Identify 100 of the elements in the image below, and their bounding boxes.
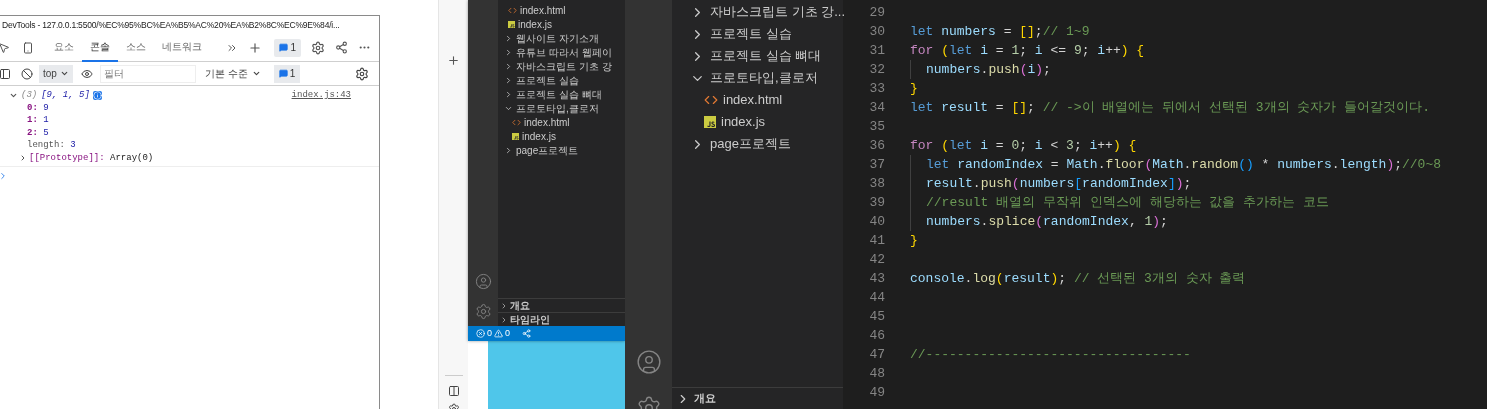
code-line: numbers.splice(randomIndex, 1); (926, 212, 1168, 231)
warning-count: 0 (505, 326, 511, 340)
code-line: let numbers = [];// 1~9 (910, 22, 1090, 41)
line-number: 48 (868, 364, 885, 383)
property-row-text: 1: 1 (26, 114, 50, 127)
layout-icon[interactable] (447, 385, 460, 397)
account-icon[interactable] (474, 273, 492, 290)
folder-item[interactable]: page프로젝트 (672, 133, 843, 155)
folder-item[interactable]: 프로젝트 실습 (498, 73, 625, 87)
file-item[interactable]: index.js (498, 17, 625, 31)
folder-item[interactable]: 자바스크립트 기초 강... (672, 1, 843, 23)
clear-icon[interactable] (21, 67, 33, 80)
code-line: result.push(numbers[randomIndex]); (926, 174, 1192, 193)
devtools-tab[interactable]: 요소 (46, 33, 82, 62)
line-number: 49 (868, 383, 885, 402)
line-number: 42 (868, 250, 885, 269)
property-row-text: length: 3 (26, 139, 77, 152)
line-number: 39 (868, 193, 885, 212)
property-row-text: 0: 9 (26, 101, 50, 114)
file-item[interactable]: index.html (498, 3, 625, 17)
array-summary: [9, 1, 5] (41, 89, 90, 102)
code-line: let randomIndex = Math.floor(Math.random() * numbers.length);//0~8 (926, 155, 1442, 174)
code-line: for (let i = 1; i <= 9; i++) { (910, 41, 1145, 60)
eye-icon[interactable] (80, 67, 93, 80)
folder-item[interactable]: 프로토타입,클로저 (498, 101, 625, 115)
folder-item[interactable]: 프로젝트 실습 (672, 23, 843, 45)
devtools-tab[interactable]: 콘솔 (82, 33, 118, 62)
line-number: 45 (868, 307, 885, 326)
line-number: 46 (868, 326, 885, 345)
settings-icon[interactable] (355, 66, 369, 81)
folder-item[interactable]: page프로젝트 (498, 143, 625, 157)
devtools-tab[interactable]: 소스 (118, 33, 154, 62)
chevron-right-icon (504, 145, 513, 155)
file-item[interactable]: index.html (672, 89, 843, 111)
line-number: 29 (868, 3, 885, 22)
level-dropdown[interactable]: 기본 수준 (201, 64, 264, 83)
caret-icon (251, 69, 261, 78)
js-file-icon (512, 132, 519, 140)
sidebar-icon[interactable] (0, 67, 11, 80)
error-icon (476, 329, 485, 338)
issues-badge[interactable]: 1 (273, 64, 301, 83)
devtools-tab[interactable]: 네트워크 (154, 33, 210, 62)
line-number: 40 (868, 212, 885, 231)
array-count: (3) (21, 89, 38, 102)
file-item[interactable]: index.js (498, 129, 625, 143)
file-item[interactable]: index.html (498, 115, 625, 129)
code-line: //---------------------------------- (910, 345, 1191, 364)
line-number: 31 (868, 41, 885, 60)
panel-header[interactable]: 개요 (672, 387, 843, 409)
line-number: 44 (868, 288, 885, 307)
folder-item[interactable]: 프로젝트 실습 뼈대 (672, 45, 843, 67)
line-number: 32 (868, 60, 885, 79)
line-number: 30 (868, 22, 885, 41)
folder-item[interactable]: 프로젝트 실습 뼈대 (498, 87, 625, 101)
code-line: console.log(result); // 선택된 3개의 숫자 출력 (910, 269, 1246, 288)
window-title: DevTools - 127.0.0.1:5500/%EC%95%BC%EA%B5%AC%20%EA%B2%8C%EC%9E%84/i... (2, 18, 340, 32)
prototype-row: [[Prototype]]: Array(0) (29, 151, 154, 164)
code-line: //result 배열의 무작위 인덱스에 해당하는 값을 추가하는 코드 (926, 193, 1330, 212)
code-file-icon (512, 117, 521, 127)
js-file-icon (508, 20, 515, 28)
folder-item[interactable]: 웹사이트 자기소개 (498, 31, 625, 45)
code-file-icon (508, 5, 517, 15)
line-number: 37 (868, 155, 885, 174)
connect-icon[interactable] (335, 41, 348, 54)
share-icon[interactable] (522, 329, 532, 338)
settings-icon[interactable] (311, 40, 325, 55)
code-file-icon (704, 93, 718, 107)
file-item[interactable]: index.js (672, 111, 843, 133)
folder-item[interactable]: 자바스크립트 기초 강 (498, 59, 625, 73)
source-link[interactable]: index.js:43 (291, 89, 351, 102)
line-number: 47 (868, 345, 885, 364)
line-number: 43 (868, 269, 885, 288)
account-icon[interactable] (635, 349, 662, 375)
code-line: for (let i = 0; i < 3; i++) { (910, 136, 1137, 155)
line-number: 38 (868, 174, 885, 193)
js-file-icon (704, 116, 716, 128)
line-number: 34 (868, 98, 885, 117)
triangle-right-icon (19, 153, 27, 162)
info-icon (92, 90, 102, 100)
line-number: 35 (868, 117, 885, 136)
add-icon[interactable] (447, 54, 460, 67)
property-row-text: 2: 5 (26, 126, 50, 139)
device-icon[interactable] (22, 41, 34, 54)
message-icon (278, 69, 288, 78)
folder-item[interactable]: 프로토타입,클로저 (672, 67, 843, 89)
line-number: 36 (868, 136, 885, 155)
code-line: let result = []; // ->이 배열에는 뒤에서 선택된 3개의 숫자가 들어갈것이다. (910, 98, 1431, 117)
code-line: numbers.push(i); (926, 60, 1051, 79)
message-icon (279, 43, 289, 52)
caret-icon (59, 69, 69, 78)
filter-field[interactable]: 필터 (99, 64, 196, 83)
code-line: } (910, 79, 918, 98)
code-line: } (910, 231, 918, 250)
line-number: 41 (868, 231, 885, 250)
inspect-icon[interactable] (0, 41, 10, 54)
context-dropdown[interactable]: top (39, 64, 73, 83)
expand-triangle-icon[interactable] (19, 153, 27, 162)
warning-icon (494, 329, 503, 338)
folder-item[interactable]: 유튜브 따라서 웹페이 (498, 45, 625, 59)
issues-badge[interactable]: 1 (274, 38, 301, 57)
